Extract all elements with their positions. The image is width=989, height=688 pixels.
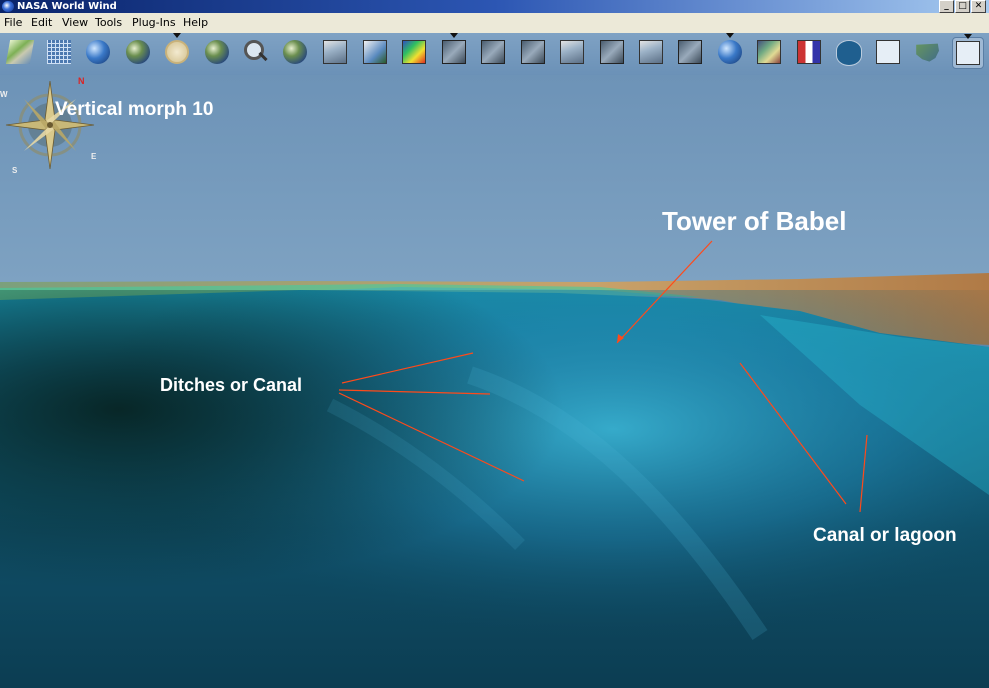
plane-icon <box>876 40 900 64</box>
compass-north-label: N <box>78 76 85 86</box>
landmarks-button[interactable] <box>833 37 863 67</box>
satellite-icon <box>956 41 980 65</box>
vertical-morph-label: Vertical morph 10 <box>55 99 214 120</box>
close-button[interactable]: ✕ <box>971 0 986 13</box>
dropdown-arrow-icon[interactable] <box>964 34 972 39</box>
lat-lon-grid-button[interactable] <box>44 37 74 67</box>
menu-view[interactable]: View <box>62 16 88 30</box>
title-bar[interactable]: NASA World Wind _ □ ✕ <box>0 0 989 13</box>
dropdown-arrow-icon[interactable] <box>726 33 734 38</box>
toolbar <box>0 33 989 75</box>
photo-layer-button[interactable] <box>754 37 784 67</box>
compass-west-label: W <box>0 90 8 99</box>
landsat-icon-6 <box>639 40 663 64</box>
usa-map-button[interactable] <box>912 37 942 67</box>
canal-or-lagoon-label: Canal or lagoon <box>813 525 957 546</box>
scientific-data-icon <box>402 40 426 64</box>
landsat-button-7[interactable] <box>675 37 705 67</box>
landsat-button-6[interactable] <box>636 37 666 67</box>
compass-south-label: S <box>12 166 18 175</box>
landsat-icon-7 <box>678 40 702 64</box>
landmarks-icon <box>836 40 862 66</box>
ditches-or-canal-label: Ditches or Canal <box>160 375 303 395</box>
usgs-map-button[interactable] <box>320 37 350 67</box>
tower-of-babel-label: Tower of Babel <box>662 206 847 236</box>
landsat-icon-1 <box>442 40 466 64</box>
compass-icon <box>165 40 189 64</box>
landsat-icon-5 <box>600 40 624 64</box>
compass-rose-icon[interactable]: N E S W <box>0 75 100 175</box>
menu-plug-ins[interactable]: Plug-Ins <box>132 16 176 30</box>
planets-button[interactable] <box>280 37 310 67</box>
landsat-button-1[interactable] <box>439 33 469 67</box>
photo-layer-icon <box>757 40 781 64</box>
wms-browser-button[interactable] <box>360 37 390 67</box>
landsat-icon-2 <box>481 40 505 64</box>
compass-east-label: E <box>91 152 97 161</box>
globe-view[interactable]: N E S W <box>0 75 989 688</box>
menu-edit[interactable]: Edit <box>31 16 52 30</box>
landsat-button-3[interactable] <box>518 37 548 67</box>
satellite-button[interactable] <box>952 34 984 69</box>
globe-search-icon <box>718 40 742 64</box>
globe-grid-button[interactable] <box>83 37 113 67</box>
minimize-button[interactable]: _ <box>939 0 954 13</box>
layer-manager-icon <box>5 40 35 64</box>
scientific-data-button[interactable] <box>399 37 429 67</box>
usgs-map-icon <box>323 40 347 64</box>
menu-bar: File Edit View Tools Plug-Ins Help <box>0 13 989 33</box>
landsat-button-4[interactable] <box>557 37 587 67</box>
dropdown-arrow-icon[interactable] <box>450 33 458 38</box>
menu-tools[interactable]: Tools <box>95 16 122 30</box>
blue-marble-icon <box>126 40 150 64</box>
terrain-render <box>0 75 989 688</box>
flags-icon <box>797 40 821 64</box>
world-wind-window: NASA World Wind _ □ ✕ File Edit View Too… <box>0 0 989 688</box>
menu-file[interactable]: File <box>4 16 22 30</box>
flags-button[interactable] <box>794 37 824 67</box>
layer-manager-button[interactable] <box>5 37 35 67</box>
world-button[interactable] <box>202 37 232 67</box>
maximize-button[interactable]: □ <box>955 0 970 13</box>
nasa-logo-icon <box>2 1 14 12</box>
globe-grid-icon <box>86 40 110 64</box>
world-icon <box>205 40 229 64</box>
lat-lon-grid-icon <box>47 40 71 64</box>
plane-button[interactable] <box>873 37 903 67</box>
menu-help[interactable]: Help <box>183 16 208 30</box>
globe-search-button[interactable] <box>715 33 745 67</box>
planets-icon <box>283 40 307 64</box>
landsat-icon-4 <box>560 40 584 64</box>
landsat-icon-3 <box>521 40 545 64</box>
compass-button[interactable] <box>162 33 192 67</box>
search-button[interactable] <box>241 37 271 67</box>
wms-browser-icon <box>363 40 387 64</box>
window-title: NASA World Wind <box>17 1 117 12</box>
blue-marble-button[interactable] <box>123 37 153 67</box>
landsat-button-5[interactable] <box>597 37 627 67</box>
landsat-button-2[interactable] <box>478 37 508 67</box>
usa-map-icon <box>916 43 939 62</box>
dropdown-arrow-icon[interactable] <box>173 33 181 38</box>
